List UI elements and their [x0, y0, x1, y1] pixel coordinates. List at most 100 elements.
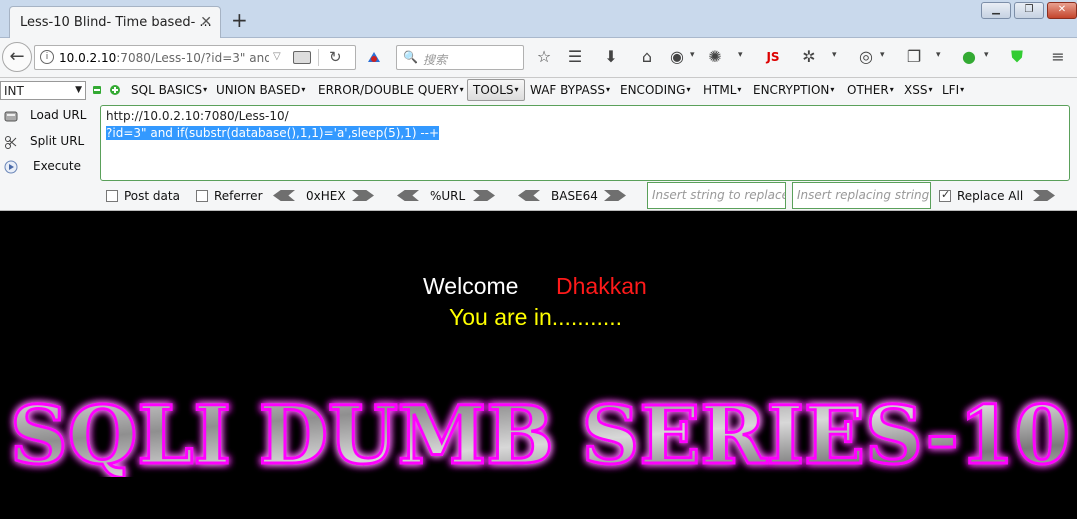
tab-close-icon[interactable]: ✕ — [200, 14, 212, 30]
menu-label: ENCRYPTION — [753, 83, 830, 97]
addon-face-icon[interactable]: ◉ — [666, 47, 688, 66]
copy-dropdown-icon[interactable]: ▾ — [936, 50, 941, 60]
search-placeholder: 搜索 — [423, 53, 448, 67]
caret-icon: ▾ — [737, 85, 742, 94]
minimize-icon: ▁ — [992, 4, 1000, 15]
hex-decode-arrow-icon[interactable] — [273, 190, 295, 201]
tab-active[interactable]: Less-10 Blind- Time based- ... ✕ — [9, 6, 221, 38]
menu-label: WAF BYPASS — [530, 83, 605, 97]
menu-icon[interactable]: ≡ — [1047, 47, 1069, 66]
maximize-icon: ❐ — [1024, 4, 1034, 15]
username-text: Dhakkan — [556, 273, 647, 299]
eye-dropdown-icon[interactable]: ▾ — [880, 50, 885, 60]
menu-waf-bypass[interactable]: WAF BYPASS▾ — [530, 83, 610, 97]
bookmark-star-icon[interactable]: ☆ — [533, 47, 555, 66]
post-data-checkbox[interactable]: Post data — [106, 189, 180, 203]
plus-icon[interactable] — [110, 85, 120, 95]
caret-icon: ▾ — [686, 85, 691, 94]
split-url-label: Split URL — [30, 134, 85, 148]
page-content: Welcome Dhakkan You are in........... SQ… — [0, 211, 1077, 519]
url-dropdown-icon[interactable]: ▽ — [273, 51, 281, 62]
banner-text: SQLI DUMB SERIES-10 — [10, 388, 1070, 477]
bug-dropdown-icon[interactable]: ▾ — [832, 50, 837, 60]
noscript-icon[interactable] — [366, 50, 382, 66]
site-info-icon[interactable]: i — [40, 50, 54, 64]
menu-xss[interactable]: XSS▾ — [904, 83, 932, 97]
menu-encoding[interactable]: ENCODING▾ — [620, 83, 690, 97]
url-textarea[interactable]: http://10.0.2.10:7080/Less-10/ ?id=3" an… — [100, 105, 1070, 181]
referrer-label: Referrer — [214, 189, 263, 203]
globe-icon[interactable]: ● — [958, 47, 980, 66]
menu-tools[interactable]: TOOLS▾ — [467, 79, 525, 101]
hex-encode-arrow-icon[interactable] — [352, 190, 374, 201]
url-encode-arrow-icon[interactable] — [473, 190, 495, 201]
menu-html[interactable]: HTML▾ — [703, 83, 741, 97]
palette-dropdown-icon[interactable]: ▾ — [738, 50, 743, 60]
menu-label: UNION BASED — [216, 83, 301, 97]
url-line-2-selected: ?id=3" and if(substr(database(),1,1)='a'… — [106, 126, 440, 140]
url-line-1: http://10.0.2.10:7080/Less-10/ — [106, 109, 289, 123]
url-bar[interactable]: i 10.0.2.10:7080/Less-10/?id=3" and i ▽ … — [34, 45, 356, 70]
download-icon[interactable]: ⬇ — [600, 47, 622, 66]
menu-lfi[interactable]: LFI▾ — [942, 83, 964, 97]
maximize-button[interactable]: ❐ — [1014, 2, 1044, 19]
checkbox-box — [106, 190, 118, 202]
caret-icon: ▾ — [889, 85, 894, 94]
search-box[interactable]: 🔍 搜索 — [396, 45, 524, 70]
menu-encryption[interactable]: ENCRYPTION▾ — [753, 83, 834, 97]
url-decode-arrow-icon[interactable] — [397, 190, 419, 201]
eye-icon[interactable]: ◎ — [855, 47, 877, 66]
minimize-button[interactable]: ▁ — [981, 2, 1011, 19]
referrer-checkbox[interactable]: Referrer — [196, 189, 263, 203]
caret-icon: ▾ — [928, 85, 933, 94]
base64-label: BASE64 — [551, 189, 598, 203]
post-data-label: Post data — [124, 189, 180, 203]
series-banner: SQLI DUMB SERIES-10 — [9, 387, 1072, 477]
close-window-button[interactable]: ✕ — [1047, 2, 1077, 19]
menu-label: XSS — [904, 83, 928, 97]
navigation-bar: i 10.0.2.10:7080/Less-10/?id=3" and i ▽ … — [0, 38, 1077, 78]
home-icon[interactable]: ⌂ — [636, 47, 658, 66]
status-message: You are in........... — [449, 304, 623, 330]
menu-label: OTHER — [847, 83, 889, 97]
back-button[interactable]: ← — [2, 42, 32, 72]
replacing-string-input[interactable]: Insert replacing string — [792, 182, 931, 209]
replace-arrow-icon[interactable] — [1033, 190, 1055, 201]
minus-icon[interactable] — [93, 86, 101, 94]
caret-icon: ▾ — [830, 85, 835, 94]
type-select[interactable]: INT ▼ — [0, 81, 86, 100]
search-icon: 🔍 — [403, 50, 418, 64]
replace-string-input[interactable]: Insert string to replace — [647, 182, 786, 209]
bookmarks-list-icon[interactable]: ☰ — [564, 47, 586, 66]
menu-other[interactable]: OTHER▾ — [847, 83, 894, 97]
menu-sql-basics[interactable]: SQL BASICS▾ — [131, 83, 207, 97]
base64-decode-arrow-icon[interactable] — [518, 190, 540, 201]
globe-dropdown-icon[interactable]: ▾ — [984, 50, 989, 60]
base64-encode-arrow-icon[interactable] — [604, 190, 626, 201]
new-tab-button[interactable]: + — [231, 8, 248, 32]
replace-all-checkbox[interactable]: Replace All — [939, 188, 1024, 203]
url-text[interactable]: 10.0.2.10:7080/Less-10/?id=3" and i — [59, 51, 269, 65]
bug-icon[interactable]: ✲ — [798, 47, 820, 66]
menu-label: LFI — [942, 83, 960, 97]
hex-label: 0xHEX — [306, 189, 346, 203]
palette-icon[interactable]: ✺ — [704, 47, 726, 66]
replace-all-label: Replace All — [957, 189, 1024, 203]
caret-icon: ▾ — [459, 85, 464, 94]
welcome-text: Welcome — [423, 273, 519, 299]
shield-icon[interactable]: ⛊ — [1006, 47, 1028, 67]
screenshot-icon[interactable] — [293, 51, 311, 64]
url-path: :7080/Less-10/?id=3" and i — [116, 51, 269, 65]
addon-dropdown-icon[interactable]: ▾ — [690, 50, 695, 60]
copy-icon[interactable]: ❐ — [903, 47, 925, 66]
js-toggle-icon[interactable]: JS — [762, 50, 784, 64]
menu-union-based[interactable]: UNION BASED▾ — [216, 83, 305, 97]
reload-icon[interactable]: ↻ — [329, 48, 342, 66]
url-encode-label: %URL — [430, 189, 466, 203]
load-url-label: Load URL — [30, 108, 87, 122]
menu-label: SQL BASICS — [131, 83, 203, 97]
url-host: 10.0.2.10 — [59, 51, 117, 65]
menu-error-double-query[interactable]: ERROR/DOUBLE QUERY▾ — [318, 83, 464, 97]
hackbar-panel: INT ▼ SQL BASICS▾ UNION BASED▾ ERROR/DOU… — [0, 78, 1077, 211]
checkbox-box — [196, 190, 208, 202]
